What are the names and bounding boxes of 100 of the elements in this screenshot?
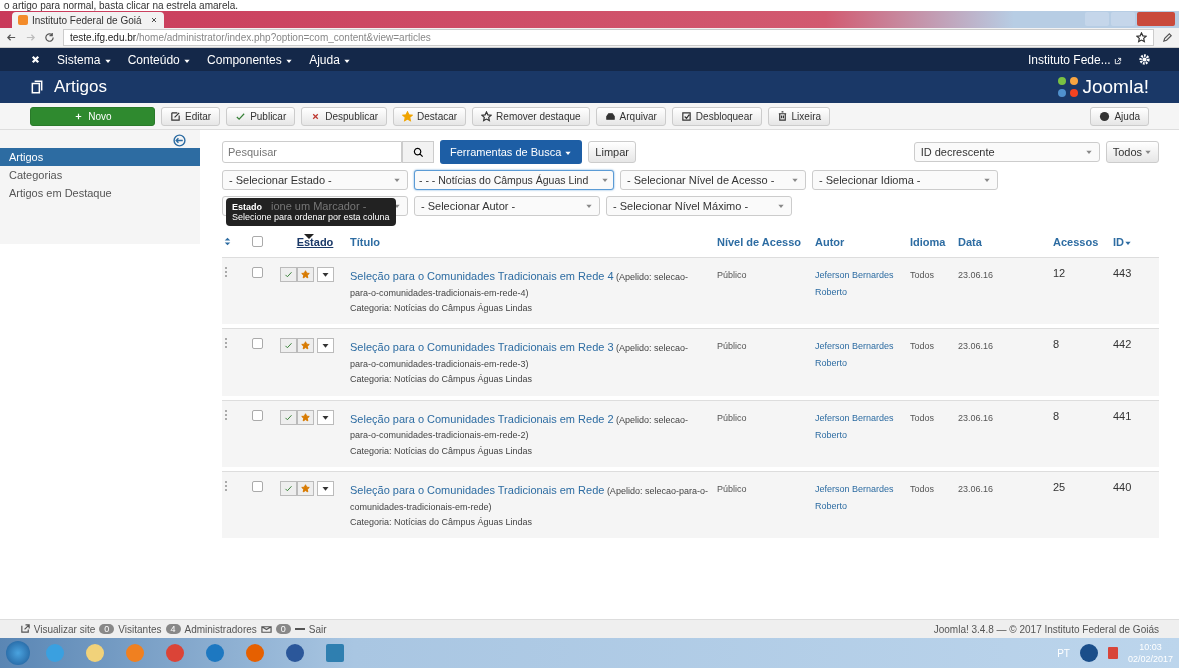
help-button[interactable]: Ajuda bbox=[1090, 106, 1149, 126]
article-title-link[interactable]: Seleção para o Comunidades Tradicionais em Rede 3 bbox=[350, 341, 614, 354]
browser-tab[interactable]: Instituto Federal de Goiá bbox=[12, 12, 164, 28]
filter-select[interactable]: - Selecionar Estado - bbox=[222, 170, 408, 190]
drag-handle-icon[interactable] bbox=[225, 267, 229, 277]
collapse-icon[interactable] bbox=[173, 134, 186, 147]
toolbar-button[interactable]: Despublicar bbox=[301, 106, 388, 126]
featured-toggle[interactable] bbox=[297, 409, 314, 425]
search-tools-button[interactable]: Ferramentas de Busca bbox=[440, 140, 583, 164]
author-link[interactable]: Jeferson Bernardes Roberto bbox=[815, 409, 910, 444]
access-cell-text: Público bbox=[717, 340, 748, 354]
column-header[interactable]: Data bbox=[958, 236, 1053, 248]
filter-select[interactable]: - Selecionar Autor - bbox=[414, 196, 600, 216]
settings-icon[interactable] bbox=[1138, 53, 1151, 66]
published-toggle[interactable] bbox=[280, 480, 297, 496]
mail-icon[interactable] bbox=[260, 623, 272, 635]
pen-icon[interactable] bbox=[1162, 32, 1173, 43]
check-icon bbox=[284, 270, 293, 279]
clear-button[interactable]: Limpar bbox=[588, 141, 636, 163]
ordering-select[interactable]: ID decrescente bbox=[913, 142, 1100, 162]
view-site-link[interactable]: Visualizar site bbox=[20, 623, 96, 635]
hits-cell-text: 8 bbox=[1053, 338, 1061, 351]
caret-icon bbox=[585, 202, 593, 210]
sidebar-item[interactable]: Artigos em Destaque bbox=[0, 184, 200, 202]
article-category: Categoria: Notícias do Câmpus Águas Lindas bbox=[350, 444, 534, 458]
check-icon bbox=[284, 483, 293, 493]
article-title-link[interactable]: Seleção para o Comunidades Tradicionais em Rede 2 bbox=[350, 412, 614, 425]
access-cell-text: Público bbox=[717, 269, 748, 282]
actions-dropdown[interactable] bbox=[317, 267, 334, 282]
toolbar-button[interactable]: Editar bbox=[161, 106, 221, 126]
caret-icon bbox=[393, 176, 401, 184]
nav-menu[interactable]: Sistema bbox=[57, 52, 112, 67]
date-cell-text: 23.06.16 bbox=[958, 411, 995, 425]
nav-menu[interactable]: Conteúdo bbox=[127, 52, 192, 67]
forward-icon[interactable] bbox=[25, 32, 36, 43]
article-title-link[interactable]: Seleção para o Comunidades Tradicionais em Rede 4 bbox=[350, 270, 614, 282]
featured-toggle[interactable] bbox=[297, 338, 314, 354]
actions-dropdown[interactable] bbox=[317, 480, 334, 496]
caret-icon bbox=[564, 149, 573, 157]
drag-handle-icon[interactable] bbox=[225, 480, 229, 491]
filter-select[interactable]: - - - Notícias do Câmpus Águas Lind bbox=[414, 170, 614, 190]
column-header[interactable]: Autor bbox=[815, 236, 910, 248]
filter-select[interactable]: - Selecionar Idioma - bbox=[812, 170, 998, 190]
caret-icon bbox=[1144, 148, 1152, 156]
column-header[interactable]: Nível de Acesso bbox=[717, 236, 815, 248]
clock-time: 10:03 bbox=[1138, 641, 1163, 653]
sidebar-item[interactable]: Categorias bbox=[0, 166, 200, 184]
featured-toggle[interactable] bbox=[297, 267, 314, 282]
row-checkbox[interactable] bbox=[252, 338, 263, 350]
nav-menu[interactable]: Componentes bbox=[207, 52, 294, 67]
toolbar-button[interactable]: Novo bbox=[30, 106, 155, 126]
column-header[interactable]: ID bbox=[1113, 236, 1153, 248]
row-checkbox[interactable] bbox=[252, 267, 263, 278]
drag-handle-icon[interactable] bbox=[225, 409, 229, 420]
actions-dropdown[interactable] bbox=[317, 338, 334, 354]
address-bar[interactable]: teste.ifg.edu.br/home/administrator/index.php?option=com_content&view=articles bbox=[63, 29, 1154, 46]
author-link[interactable]: Jeferson Bernardes Roberto bbox=[815, 480, 910, 516]
logout-link[interactable]: Sair bbox=[308, 623, 327, 635]
toolbar-button[interactable]: Arquivar bbox=[595, 106, 666, 126]
column-header[interactable]: Acessos bbox=[1053, 236, 1113, 248]
published-toggle[interactable] bbox=[280, 267, 297, 282]
row-checkbox[interactable] bbox=[252, 480, 263, 492]
reload-icon[interactable] bbox=[44, 32, 55, 43]
star-icon bbox=[301, 412, 310, 422]
trash-icon bbox=[776, 110, 788, 122]
site-link[interactable]: Instituto Fede... bbox=[1027, 52, 1122, 67]
author-link[interactable]: Jeferson Bernardes Roberto bbox=[815, 338, 910, 373]
author-link[interactable]: Jeferson Bernardes Roberto bbox=[815, 267, 910, 302]
toolbar-button[interactable]: Destacar bbox=[393, 106, 467, 126]
search-field[interactable]: Pesquisar bbox=[222, 141, 402, 163]
published-toggle[interactable] bbox=[280, 338, 297, 354]
toolbar-button[interactable]: Desbloquear bbox=[671, 106, 762, 126]
featured-toggle[interactable] bbox=[297, 480, 314, 496]
nav-menu[interactable]: Ajuda bbox=[309, 52, 352, 67]
search-icon bbox=[412, 146, 424, 158]
back-icon[interactable] bbox=[6, 32, 17, 43]
star-icon[interactable] bbox=[1136, 32, 1147, 43]
toolbar-button[interactable]: Remover destaque bbox=[472, 106, 590, 126]
select-all-checkbox[interactable] bbox=[252, 236, 263, 247]
article-category: Categoria: Notícias do Câmpus Águas Lindas bbox=[350, 302, 534, 315]
search-button[interactable] bbox=[402, 141, 434, 163]
column-header[interactable]: Estado bbox=[280, 236, 350, 248]
close-icon[interactable] bbox=[150, 16, 158, 24]
row-checkbox[interactable] bbox=[252, 409, 263, 421]
article-title-link[interactable]: Seleção para o Comunidades Tradicionais em Rede bbox=[350, 483, 605, 496]
start-button[interactable] bbox=[6, 641, 30, 665]
column-header[interactable]: Idioma bbox=[910, 236, 958, 248]
toolbar-button[interactable]: Lixeira bbox=[767, 106, 831, 126]
actions-dropdown[interactable] bbox=[317, 409, 334, 425]
published-toggle[interactable] bbox=[280, 409, 297, 425]
sidebar-item[interactable]: Artigos bbox=[0, 148, 200, 166]
limit-select[interactable]: Todos bbox=[1105, 141, 1159, 163]
star-outline-icon bbox=[481, 110, 493, 122]
caret-icon bbox=[983, 176, 991, 184]
toolbar-button[interactable]: Publicar bbox=[226, 106, 296, 126]
drag-handle-icon[interactable] bbox=[225, 338, 229, 349]
column-header[interactable]: Título bbox=[350, 236, 717, 248]
filter-select[interactable]: - Selecionar Nível Máximo - bbox=[606, 196, 792, 216]
filter-select[interactable]: - Selecionar Nível de Acesso - bbox=[620, 170, 806, 190]
sort-icon[interactable] bbox=[222, 236, 233, 247]
